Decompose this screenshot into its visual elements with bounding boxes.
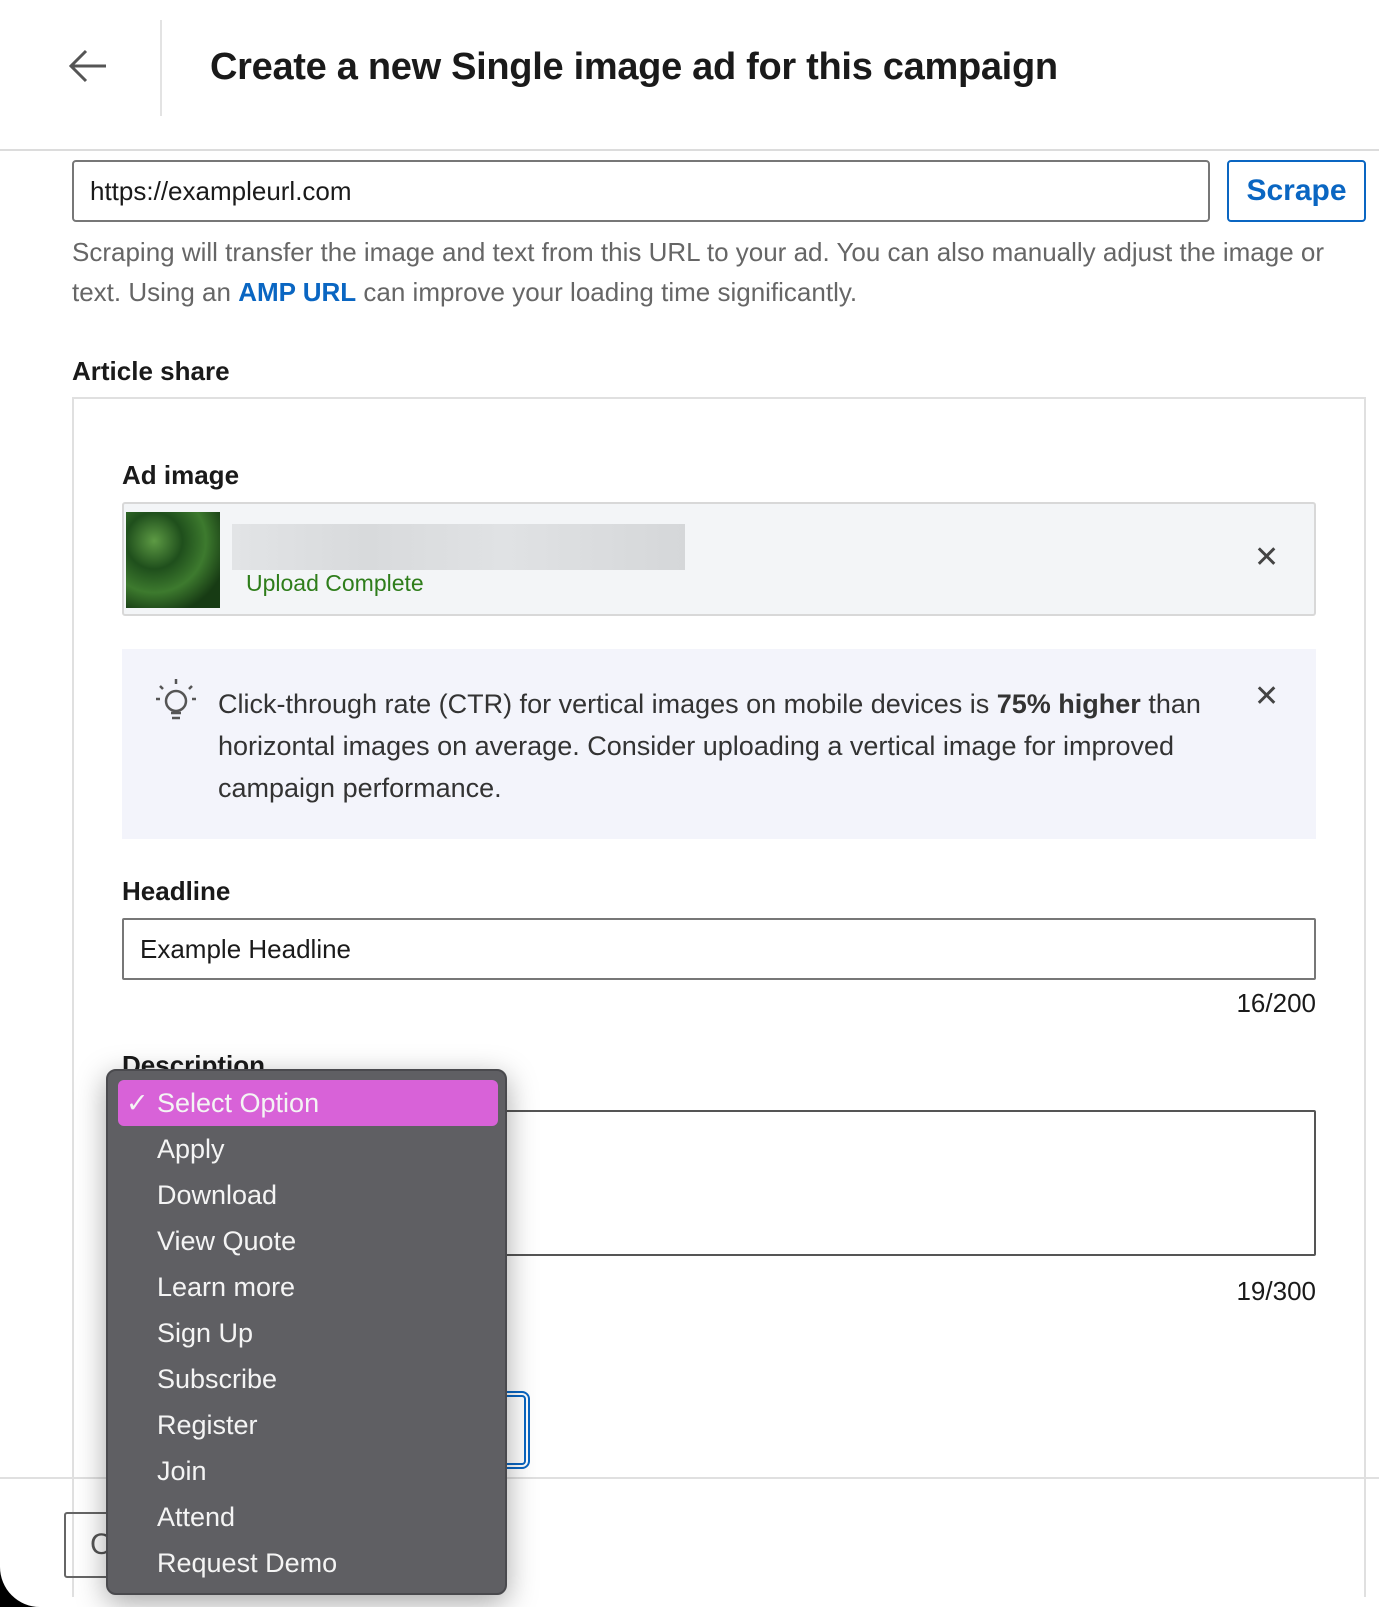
headline-label: Headline: [122, 876, 231, 906]
upload-progress-bar: [232, 524, 685, 570]
ad-image-label: Ad image: [122, 460, 240, 490]
dropdown-option-label: Select Option: [157, 1088, 320, 1118]
dropdown-option[interactable]: Download: [118, 1172, 498, 1218]
ctr-tip-banner: Click-through rate (CTR) for vertical im…: [122, 649, 1316, 839]
dropdown-option-label: Apply: [157, 1134, 225, 1164]
url-input[interactable]: https://exampleurl.com: [72, 160, 1210, 222]
header-divider: [160, 20, 162, 116]
lightbulb-icon: [156, 679, 196, 720]
arrow-left-icon: [68, 49, 106, 83]
dropdown-option[interactable]: ✓ Select Option: [118, 1080, 498, 1126]
dropdown-option[interactable]: Join: [118, 1448, 498, 1494]
help-text-2: can improve your loading time significan…: [356, 277, 858, 307]
dropdown-option[interactable]: Subscribe: [118, 1356, 498, 1402]
amp-url-link[interactable]: AMP URL: [238, 277, 356, 307]
upload-status: Upload Complete: [246, 570, 424, 596]
remove-image-icon[interactable]: ✕: [1254, 540, 1279, 575]
ad-image-thumbnail: [126, 512, 220, 608]
checkmark-icon: ✓: [126, 1088, 149, 1118]
dropdown-option-label: Download: [157, 1180, 278, 1210]
ad-image-card: Upload Complete ✕: [122, 502, 1316, 616]
dropdown-option-label: Join: [157, 1456, 207, 1486]
dropdown-option-label: Request Demo: [157, 1548, 338, 1578]
dismiss-tip-icon[interactable]: ✕: [1254, 679, 1279, 714]
dropdown-option[interactable]: View Quote: [118, 1218, 498, 1264]
dropdown-option-label: Register: [157, 1410, 258, 1440]
tip-highlight: 75% higher: [996, 689, 1141, 719]
scrape-help-text: Scraping will transfer the image and tex…: [72, 232, 1372, 312]
dropdown-option-label: Learn more: [157, 1272, 296, 1302]
tip-text-1: Click-through rate (CTR) for vertical im…: [218, 689, 997, 719]
dropdown-option-label: Subscribe: [157, 1364, 278, 1394]
dropdown-option[interactable]: Sign Up: [118, 1310, 498, 1356]
dropdown-option[interactable]: Attend: [118, 1494, 498, 1540]
ctr-tip-text: Click-through rate (CTR) for vertical im…: [218, 683, 1218, 809]
headline-counter: 16/200: [1236, 988, 1316, 1018]
dropdown-option[interactable]: Apply: [118, 1126, 498, 1172]
dropdown-option-label: Sign Up: [157, 1318, 254, 1348]
back-button[interactable]: [62, 40, 114, 92]
dropdown-option[interactable]: Request Demo: [118, 1540, 498, 1586]
dropdown-option-label: View Quote: [157, 1226, 297, 1256]
dropdown-option[interactable]: Learn more: [118, 1264, 498, 1310]
page-title: Create a new Single image ad for this ca…: [210, 46, 1058, 88]
dropdown-option-label: Attend: [157, 1502, 236, 1532]
dropdown-option[interactable]: Register: [118, 1402, 498, 1448]
article-share-label: Article share: [72, 356, 230, 386]
headline-input[interactable]: Example Headline: [122, 918, 1316, 980]
page: Create a new Single image ad for this ca…: [0, 0, 1379, 1607]
header-divider-line: [0, 149, 1379, 151]
url-input-value: https://exampleurl.com: [90, 175, 352, 206]
cta-dropdown-menu: ✓ Select Option Apply Download View Quote Lea…: [106, 1069, 507, 1595]
scrape-button[interactable]: Scrape: [1227, 160, 1366, 222]
description-counter: 19/300: [1236, 1276, 1316, 1306]
headline-value: Example Headline: [140, 933, 352, 964]
